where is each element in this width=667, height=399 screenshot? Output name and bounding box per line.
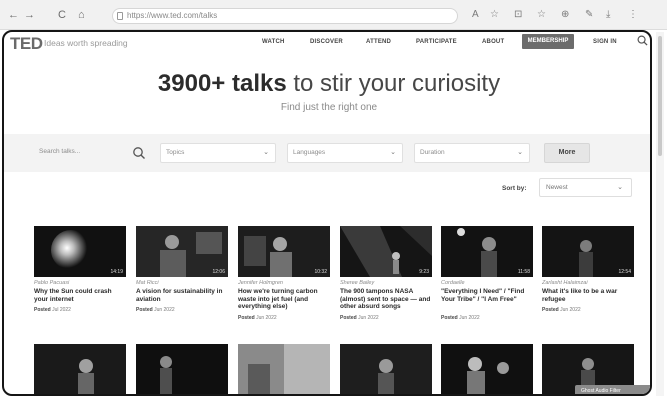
site-header: TED Ideas worth spreading WATCH DISCOVER… [4,32,650,54]
performer-image [441,344,533,394]
address-bar[interactable]: https://www.ted.com/talks [112,8,458,24]
search-placeholder: Search talks... [39,148,81,155]
reader-icon[interactable]: A [472,9,479,21]
talk-thumbnail[interactable]: 11:58 [441,226,533,277]
forward-icon[interactable]: → [24,9,35,21]
tagline: Ideas worth spreading [44,38,128,48]
languages-label: Languages [293,149,326,156]
talk-card[interactable]: 10:32 Jennifer Holmgren How we're turnin… [238,226,330,330]
ted-logo[interactable]: TED [10,34,43,54]
talk-title[interactable]: What it's like to be a war refugee [542,288,634,303]
stage-image [340,344,432,394]
duration-badge: 9:23 [419,269,429,275]
talk-thumbnail[interactable]: 9:23 [340,226,432,277]
speaker-name: Mat Ricci [136,280,159,286]
favorites-bar-icon[interactable]: ☆ [537,9,546,21]
chevron-down-icon: ⌄ [617,184,623,191]
talk-thumbnail[interactable]: 10:32 [238,226,330,277]
lock-icon [117,12,123,20]
speaker-name: Pablo Pacuasi [34,280,70,286]
talk-thumbnail[interactable] [340,344,432,394]
speaker-name: Jennifer Holmgren [238,280,283,286]
nav-participate[interactable]: PARTICIPATE [416,39,457,45]
split-screen-icon[interactable]: ⊡ [514,9,522,21]
more-filters-button[interactable]: More [544,143,590,163]
ghost-audio-filter-button[interactable]: Ghost Audio Filter [575,385,650,394]
landscape-image [238,344,330,394]
talk-title[interactable]: "Everything I Need" / "Find Your Tribe" … [441,288,533,303]
posted-date: Posted Jun 2022 [238,315,277,321]
talk-title[interactable]: A vision for sustainability in aviation [136,288,228,303]
talk-thumbnail[interactable] [136,344,228,394]
talk-title[interactable]: The 900 tampons NASA (almost) sent to sp… [340,288,432,311]
page-subtitle: Find just the right one [280,102,378,113]
talk-card[interactable]: 12:06 Mat Ricci A vision for sustainabil… [136,226,228,330]
title-rest: to stir your curiosity [286,70,501,97]
topics-select[interactable]: Topics ⌄ [160,143,276,163]
extensions-icon[interactable]: ✎ [585,9,593,21]
talk-title[interactable]: How we're turning carbon waste into jet … [238,288,330,311]
speaker-name: Sheree Bailey [340,280,375,286]
stage-image [340,226,432,277]
speaker-name: Cordaelle [441,280,465,286]
membership-button[interactable]: MEMBERSHIP [522,34,574,49]
posted-date: Posted Jun 2022 [136,307,175,313]
nav-about[interactable]: ABOUT [482,39,504,45]
duration-label: Duration [420,149,445,156]
talk-thumbnail[interactable]: 14:19 [34,226,126,277]
filter-search-icon[interactable] [132,146,146,160]
posted-date: Posted Jun 2022 [340,315,379,321]
page-title: 3900+ talks to stir your curiosity [4,70,650,98]
search-talks-input[interactable]: Search talks... [34,143,128,163]
posted-date: Posted Jun 2022 [542,307,581,313]
talk-card[interactable]: 11:58 Cordaelle "Everything I Need" / "F… [441,226,533,330]
talk-count: 3900+ talks [157,70,287,97]
duration-badge: 10:32 [314,269,327,275]
talk-card[interactable]: 14:19 Pablo Pacuasi Why the Sun could cr… [34,226,126,330]
talk-card[interactable]: 12:54 Zarlasht Halaimzai What it's like … [542,226,634,330]
scrollbar-thumb[interactable] [658,36,662,156]
sign-in-link[interactable]: SIGN IN [593,39,617,45]
talk-thumbnail[interactable] [238,344,330,394]
menu-icon[interactable]: ⋮ [628,9,638,21]
languages-select[interactable]: Languages ⌄ [287,143,403,163]
duration-select[interactable]: Duration ⌄ [414,143,530,163]
chevron-down-icon: ⌄ [517,149,523,156]
back-icon[interactable]: ← [8,9,19,21]
duration-badge: 12:06 [212,269,225,275]
sort-select[interactable]: Newest ⌄ [539,178,632,197]
downloads-icon[interactable]: ⤓ [606,9,610,21]
duration-badge: 14:19 [110,269,123,275]
nav-watch[interactable]: WATCH [262,39,285,45]
nav-discover[interactable]: DISCOVER [310,39,343,45]
talk-card[interactable]: 9:23 Sheree Bailey The 900 tampons NASA … [340,226,432,330]
talk-thumbnail[interactable] [441,344,533,394]
collections-icon[interactable]: ⊕ [561,9,569,21]
chevron-down-icon: ⌄ [263,149,269,156]
home-icon[interactable]: ⌂ [78,9,85,21]
nav-attend[interactable]: ATTEND [366,39,391,45]
chevron-down-icon: ⌄ [390,149,396,156]
topics-label: Topics [166,149,185,156]
posted-date: Posted Jun 2022 [441,315,480,321]
talk-thumbnail[interactable] [34,344,126,394]
speaker-image [136,344,228,394]
talk-title[interactable]: Why the Sun could crash your internet [34,288,126,303]
talk-thumbnail[interactable]: 12:06 [136,226,228,277]
sort-by-label: Sort by: [502,185,527,192]
address-text: https://www.ted.com/talks [127,11,218,20]
sort-value: Newest [546,184,568,191]
favorite-icon[interactable]: ☆ [490,9,499,21]
posted-date: Posted Jul 2022 [34,307,71,313]
browser-toolbar: ← → C ⌂ https://www.ted.com/talks A ☆ ⊡ … [0,0,667,30]
page-viewport: TED Ideas worth spreading WATCH DISCOVER… [2,30,652,396]
reload-icon[interactable]: C [58,9,66,21]
speaker-image [34,344,126,394]
duration-badge: 11:58 [517,269,530,275]
talk-thumbnail[interactable]: 12:54 [542,226,634,277]
duration-badge: 12:54 [618,269,631,275]
speaker-name: Zarlasht Halaimzai [542,280,588,286]
search-icon[interactable] [637,35,648,46]
